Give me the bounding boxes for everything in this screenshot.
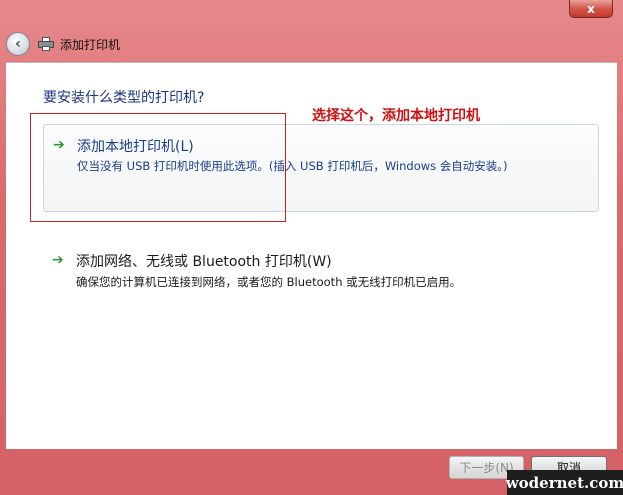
title-bar: ‹ 添加打印机: [6, 28, 617, 60]
back-arrow-icon: ‹: [15, 36, 21, 52]
add-network-printer-option[interactable]: ➔ 添加网络、无线或 Bluetooth 打印机(W) 确保您的计算机已连接到网…: [43, 243, 599, 303]
annotation-highlight-box: [30, 113, 286, 222]
green-arrow-icon: ➔: [52, 252, 64, 268]
page-heading: 要安装什么类型的打印机?: [43, 90, 205, 106]
close-button[interactable]: x: [569, 0, 613, 18]
back-button[interactable]: ‹: [6, 32, 30, 56]
site-watermark: wodernet.com: [506, 470, 623, 495]
printer-icon: [38, 37, 54, 51]
option-description: 确保您的计算机已连接到网络，或者您的 Bluetooth 或无线打印机已启用。: [76, 275, 462, 289]
annotation-label: 选择这个，添加本地打印机: [312, 108, 480, 124]
window-title: 添加打印机: [60, 37, 121, 52]
option-title: 添加网络、无线或 Bluetooth 打印机(W): [76, 254, 332, 270]
wizard-content: 要安装什么类型的打印机? ➔ 添加本地打印机(L) 仅当没有 USB 打印机时使…: [6, 62, 617, 449]
close-icon: x: [587, 1, 595, 16]
